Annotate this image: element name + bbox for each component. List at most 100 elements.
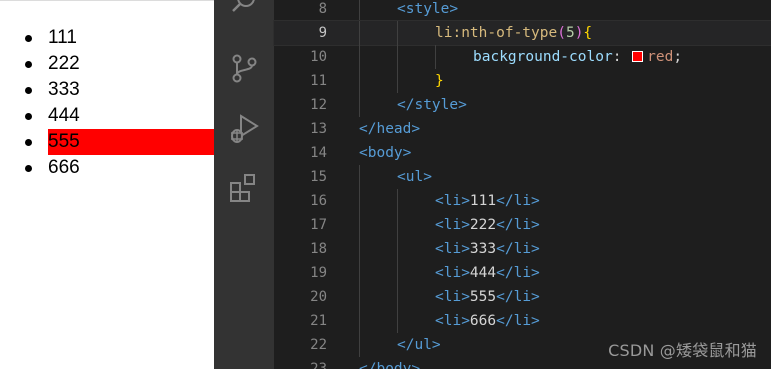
code-line[interactable]: 17 <li>222</li> xyxy=(274,213,771,237)
indent-guide xyxy=(435,45,436,69)
code-line[interactable]: 9 li:nth-of-type(5){ xyxy=(273,20,771,46)
preview-list-item-text: 111 xyxy=(48,27,77,48)
line-number: 20 xyxy=(310,289,327,305)
code-token: 333 xyxy=(469,241,497,257)
code-token: : xyxy=(612,49,631,65)
code-editor[interactable]: 8 <style> 9 li:nth-of-type(5){ 10 background-… xyxy=(273,0,771,369)
code-text: <style> xyxy=(397,0,458,21)
run-debug-icon[interactable] xyxy=(228,112,260,144)
code-text: } xyxy=(435,69,444,93)
code-token: </body> xyxy=(359,361,421,369)
indent-guide xyxy=(359,21,360,45)
indent-guide xyxy=(359,93,360,117)
code-token: ( xyxy=(557,25,566,41)
preview-list-item: 444 xyxy=(0,103,214,129)
code-text: <li>222</li> xyxy=(435,213,540,237)
indent-guide xyxy=(397,45,398,69)
code-line[interactable]: 21 <li>666</li> xyxy=(274,309,771,333)
indent-guide xyxy=(359,309,360,333)
code-token: <li> xyxy=(435,265,470,281)
watermark: CSDN @矮袋鼠和猫 xyxy=(608,341,757,360)
code-token: 666 xyxy=(469,313,497,329)
preview-list-item: 333 xyxy=(0,77,214,103)
code-line[interactable]: 12 </style> xyxy=(274,93,771,117)
indent-guide xyxy=(397,285,398,309)
code-line[interactable]: 18 <li>333</li> xyxy=(274,237,771,261)
preview-list: 111 222 333 444 555 666 xyxy=(0,25,214,181)
line-number: 22 xyxy=(310,337,327,353)
code-text: <li>333</li> xyxy=(435,237,540,261)
indent-guide xyxy=(359,261,360,285)
code-token: 444 xyxy=(469,265,497,281)
preview-list-item-text: 555 xyxy=(48,129,214,155)
code-token: li:nth-of-type xyxy=(435,25,558,41)
code-line[interactable]: 19 <li>444</li> xyxy=(274,261,771,285)
indent-guide xyxy=(397,309,398,333)
browser-preview: 111 222 333 444 555 666 xyxy=(0,0,214,369)
code-line[interactable]: 16 <li>111</li> xyxy=(274,189,771,213)
code-line[interactable]: 11} xyxy=(274,69,771,93)
code-text: background-color: red; xyxy=(473,45,682,69)
code-line[interactable]: 13 </head> xyxy=(274,117,771,141)
line-number: 13 xyxy=(310,121,327,137)
code-text: <li>444</li> xyxy=(435,261,540,285)
source-control-icon[interactable] xyxy=(228,52,260,84)
code-text: <li>111</li> xyxy=(435,189,540,213)
search-icon[interactable] xyxy=(228,0,260,18)
line-number: 15 xyxy=(310,169,327,185)
code-text: <body> xyxy=(359,141,411,165)
code-token: </li> xyxy=(496,289,540,305)
line-number: 9 xyxy=(318,25,327,41)
indent-guide xyxy=(359,45,360,69)
code-text: </ul> xyxy=(397,333,441,357)
code-token: </style> xyxy=(397,97,467,113)
indent-guide xyxy=(359,0,360,21)
code-token: </li> xyxy=(496,241,540,257)
color-swatch-icon[interactable] xyxy=(632,51,644,62)
indent-guide xyxy=(359,213,360,237)
line-number: 11 xyxy=(310,73,327,89)
preview-list-item-text: 333 xyxy=(48,79,80,100)
code-line[interactable]: 20 <li>555</li> xyxy=(274,285,771,309)
code-token: 5 xyxy=(565,25,575,41)
preview-list-item: 666 xyxy=(0,155,214,181)
code-token: 111 xyxy=(469,193,497,209)
code-token: 222 xyxy=(469,217,497,233)
code-token: red xyxy=(647,49,674,65)
code-text: </head> xyxy=(359,117,420,141)
indent-guide xyxy=(397,189,398,213)
indent-guide xyxy=(359,285,360,309)
code-token: <li> xyxy=(435,241,470,257)
code-line[interactable]: 8 <style> xyxy=(274,0,771,21)
line-number: 8 xyxy=(318,1,327,17)
code-token: </li> xyxy=(496,193,540,209)
extensions-icon[interactable] xyxy=(228,172,260,204)
code-line[interactable]: 10 background-color: red; xyxy=(274,45,771,69)
code-text: <li>666</li> xyxy=(435,309,540,333)
code-token: <style> xyxy=(397,1,459,17)
code-token: <li> xyxy=(435,193,470,209)
code-token: </li> xyxy=(496,313,540,329)
code-token: </ul> xyxy=(397,337,441,353)
preview-list-item: 555 xyxy=(0,129,214,155)
line-number: 17 xyxy=(310,217,327,233)
code-text: </body> xyxy=(359,357,420,369)
code-token: </head> xyxy=(359,121,421,137)
line-number: 19 xyxy=(310,265,327,281)
code-line[interactable]: 14 <body> xyxy=(274,141,771,165)
line-number: 21 xyxy=(310,313,327,329)
indent-guide xyxy=(359,165,360,189)
code-text: li:nth-of-type(5){ xyxy=(435,21,592,45)
code-text: <ul> xyxy=(397,165,432,189)
line-number: 18 xyxy=(310,241,327,257)
code-token: { xyxy=(583,25,593,41)
code-token: ; xyxy=(673,49,683,65)
indent-guide xyxy=(397,261,398,285)
indent-guide xyxy=(397,213,398,237)
preview-list-item-text: 222 xyxy=(48,53,80,74)
code-line[interactable]: 15 <ul> xyxy=(274,165,771,189)
code-token: <li> xyxy=(435,289,470,305)
indent-guide xyxy=(397,237,398,261)
line-number: 10 xyxy=(310,49,327,65)
code-token: <ul> xyxy=(397,169,432,185)
